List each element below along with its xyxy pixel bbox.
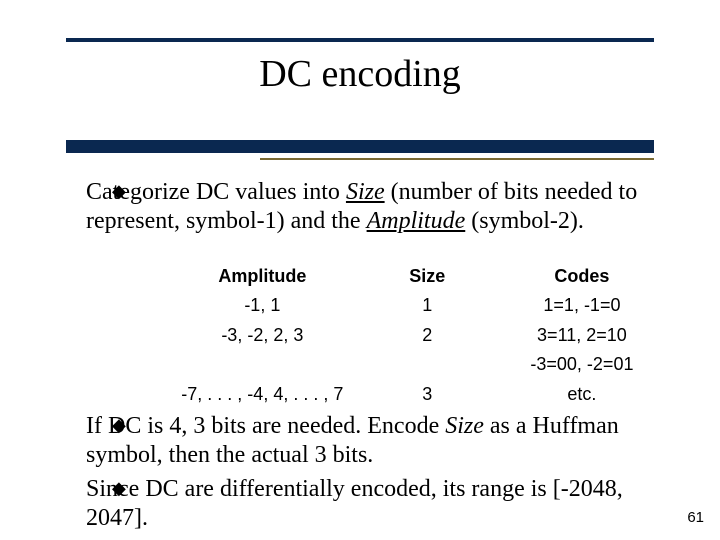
size-word-2: Size: [445, 413, 484, 439]
cell-codes: -3=00, -2=01: [484, 349, 680, 376]
top-rule: [66, 38, 654, 42]
cell-amplitude: [154, 349, 371, 376]
page-number: 61: [687, 509, 704, 526]
slide-title: DC encoding: [0, 52, 720, 96]
size-word: Size: [346, 179, 385, 205]
amplitude-word: Amplitude: [367, 208, 466, 234]
cell-amplitude: -7, . . . , -4, 4, . . . , 7: [154, 379, 371, 406]
cell-size: 2: [373, 320, 482, 347]
bullet-3-text: Since DC are differentially encoded, its…: [86, 475, 680, 534]
encoding-table: Amplitude Size Codes -1, 111=1, -1=0 -3, …: [152, 263, 682, 408]
bullet-1: ◆ Categorize DC values into Size (number…: [56, 178, 680, 237]
cell-size: 3: [373, 379, 482, 406]
th-amplitude: Amplitude: [154, 265, 371, 288]
table-row: -3=00, -2=01: [154, 349, 680, 376]
th-size: Size: [373, 265, 482, 288]
cell-size: [373, 349, 482, 376]
cell-codes: 1=1, -1=0: [484, 290, 680, 317]
bullet-2-text: If DC is 4, 3 bits are needed. Encode Si…: [86, 412, 680, 471]
bullet-1-text: Categorize DC values into Size (number o…: [86, 178, 680, 237]
cell-size: 1: [373, 290, 482, 317]
cell-amplitude: -3, -2, 2, 3: [154, 320, 371, 347]
cell-codes: etc.: [484, 379, 680, 406]
bullet-2-pre: If DC is 4, 3 bits are needed. Encode: [86, 413, 445, 439]
table-row: -1, 111=1, -1=0: [154, 290, 680, 317]
table-row: -3, -2, 2, 323=11, 2=10: [154, 320, 680, 347]
bullet-icon: ◆: [112, 478, 126, 500]
mid-rule-thick: [66, 140, 654, 153]
table-row: -7, . . . , -4, 4, . . . , 73etc.: [154, 379, 680, 406]
bullet-3: ◆ Since DC are differentially encoded, i…: [56, 475, 680, 534]
bullet-icon: ◆: [112, 181, 126, 203]
cell-amplitude: -1, 1: [154, 290, 371, 317]
th-codes: Codes: [484, 265, 680, 288]
bullet-1-mid2: (symbol-2).: [465, 208, 584, 234]
bullet-2: ◆ If DC is 4, 3 bits are needed. Encode …: [56, 412, 680, 471]
bullet-icon: ◆: [112, 415, 126, 437]
cell-codes: 3=11, 2=10: [484, 320, 680, 347]
mid-rule-thin: [260, 158, 654, 160]
